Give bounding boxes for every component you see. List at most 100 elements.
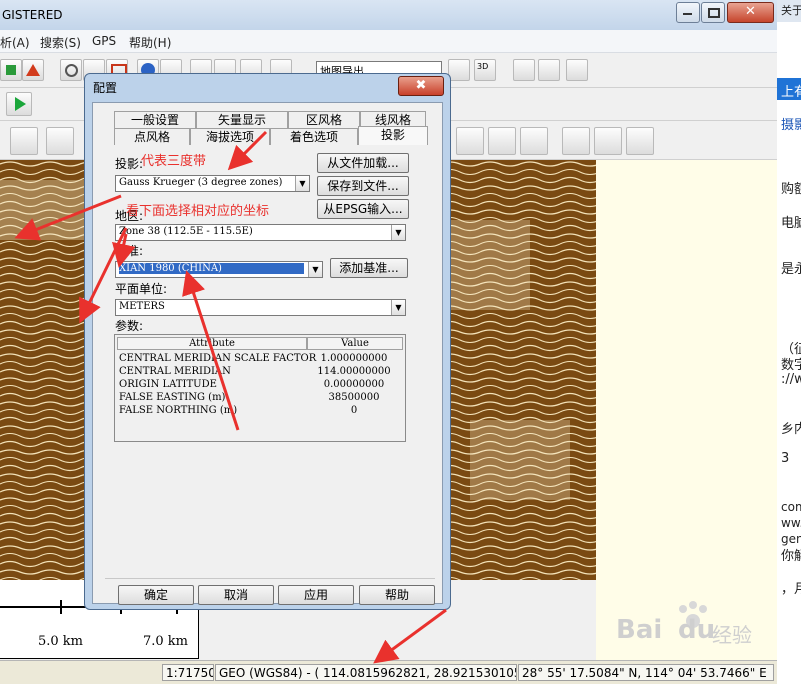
side-text-10: 乡内 <box>781 422 801 437</box>
import-icon[interactable] <box>0 59 22 81</box>
map-empty-area <box>596 160 777 660</box>
ok-button[interactable]: 确定 <box>118 585 194 605</box>
side-text-15: 你解 <box>781 549 801 564</box>
menu-search[interactable]: 搜索(S) <box>40 34 81 51</box>
zone-value: Zone 38 (112.5E - 115.5E) <box>119 226 253 237</box>
annotation-select-coords: 看下面选择相对应的坐标 <box>126 204 270 219</box>
side-text-2: 上有 <box>781 85 801 100</box>
status-scale: 1:71750 <box>162 664 214 681</box>
tab-projection[interactable]: 投影 <box>358 126 428 145</box>
scale-label-7km: 7.0 km <box>143 634 189 649</box>
shape-tool-1-icon[interactable] <box>456 127 484 155</box>
side-text-9: ://w <box>781 372 801 387</box>
grid-icon[interactable] <box>566 59 588 81</box>
shape-tool-3-icon[interactable] <box>520 127 548 155</box>
watermark-brand2: du <box>678 615 716 645</box>
terrain-icon[interactable] <box>448 59 470 81</box>
3d-view-icon[interactable]: 3D <box>474 59 496 81</box>
add-datum-button[interactable]: 添加基准... <box>330 258 408 278</box>
epsg-input-button[interactable]: 从EPSG输入... <box>317 199 409 219</box>
side-text-13: ww. <box>781 516 801 530</box>
menu-bar: 析(A) 搜索(S) GPS 帮助(H) <box>0 30 777 53</box>
play-icon[interactable] <box>6 92 32 116</box>
params-header-value: Value <box>307 337 403 350</box>
table-row-value: 0 <box>350 405 358 416</box>
side-text-12: com <box>781 500 801 514</box>
tab-elevation-options[interactable]: 海拔选项 <box>190 128 270 145</box>
table-row-value: 38500000 <box>328 392 380 403</box>
projection-combo[interactable]: Gauss Krueger (3 degree zones) ▼ <box>115 175 310 192</box>
table-row-value: 114.00000000 <box>317 366 391 377</box>
table-row-attr: CENTRAL MERIDIAN SCALE FACTOR <box>119 353 317 364</box>
menu-gps[interactable]: GPS <box>92 34 116 48</box>
tab-general[interactable]: 一般设置 <box>114 111 196 128</box>
home-icon[interactable] <box>22 59 44 81</box>
params-table[interactable]: Attribute Value CENTRAL MERIDIAN SCALE F… <box>114 334 406 442</box>
apply-button[interactable]: 应用 <box>278 585 354 605</box>
watermark-brand: Bai <box>616 615 663 645</box>
tab-area-style[interactable]: 区风格 <box>288 111 360 128</box>
minimize-button[interactable] <box>676 2 700 23</box>
side-text-4: 购额 <box>781 182 801 197</box>
side-text-16: ，月 <box>781 582 801 597</box>
chevron-down-icon: ▼ <box>391 300 405 315</box>
minimize-icon <box>683 13 692 15</box>
menu-help[interactable]: 帮助(H) <box>129 34 171 51</box>
save-to-file-button[interactable]: 保存到文件... <box>317 176 409 196</box>
config-dialog: 配置 ✖ 一般设置 矢量显示 区风格 线风格 点风格 海拔选项 着色选项 投影 … <box>84 73 451 610</box>
tab-vector-display[interactable]: 矢量显示 <box>196 111 288 128</box>
status-bar: 1:71750 GEO (WGS84) - ( 114.0815962821, … <box>0 660 777 684</box>
close-icon: ✖ <box>415 78 427 93</box>
scale-label-5km: 5.0 km <box>38 634 84 649</box>
tab-shading-options[interactable]: 着色选项 <box>270 128 358 145</box>
side-text-3: 摄影 <box>781 118 801 133</box>
table-row-attr: ORIGIN LATITUDE <box>119 379 217 390</box>
side-text-14: gen <box>781 532 801 546</box>
side-text-6: 是永 <box>781 262 801 277</box>
maximize-button[interactable] <box>701 2 725 23</box>
dialog-title: 配置 <box>93 81 118 95</box>
chevron-down-icon: ▼ <box>295 176 309 191</box>
node-edit-icon[interactable] <box>46 127 74 155</box>
units-combo[interactable]: METERS ▼ <box>115 299 406 316</box>
table-row-value: 1.000000000 <box>320 353 388 364</box>
redo-icon[interactable] <box>594 127 622 155</box>
table-row-attr: CENTRAL MERIDIAN <box>119 366 231 377</box>
params-header-attribute: Attribute <box>117 337 307 350</box>
status-dms: 28° 55' 17.5084" N, 114° 04' 53.7466" E <box>518 664 774 681</box>
help-button[interactable]: 帮助 <box>359 585 435 605</box>
app-close-button[interactable]: ✕ <box>727 2 774 23</box>
photo-icon[interactable] <box>538 59 560 81</box>
app-title: GISTERED <box>2 8 63 22</box>
side-text-11: 3 <box>781 451 790 466</box>
params-label: 参数: <box>115 319 144 333</box>
load-from-file-button[interactable]: 从文件加载... <box>317 153 409 173</box>
flag-icon[interactable] <box>513 59 535 81</box>
shape-tool-2-icon[interactable] <box>488 127 516 155</box>
cancel-button[interactable]: 取消 <box>198 585 274 605</box>
chevron-down-icon: ▼ <box>391 225 405 240</box>
units-value: METERS <box>119 301 165 312</box>
annotation-three-degree: 代表三度带 <box>141 154 207 169</box>
status-coords: GEO (WGS84) - ( 114.0815962821, 28.92153… <box>215 664 517 681</box>
grid-select-icon[interactable] <box>10 127 38 155</box>
maximize-icon <box>708 8 720 18</box>
baidu-watermark: Bai du 经验 <box>612 595 762 655</box>
menu-analysis[interactable]: 析(A) <box>0 34 30 51</box>
projection-label: 投影: <box>115 157 144 171</box>
undo-icon[interactable] <box>562 127 590 155</box>
datum-value: XIAN 1980 (CHINA) <box>119 263 304 274</box>
rotate-icon[interactable] <box>626 127 654 155</box>
side-text-1: 关于 <box>781 4 801 17</box>
zone-combo[interactable]: Zone 38 (112.5E - 115.5E) ▼ <box>115 224 406 241</box>
table-row-attr: FALSE NORTHING (m) <box>119 405 238 416</box>
background-page-fragment: 关于 上有 摄影 购额 电脑 是永 （征 数字 ://w 乡内 3 com ww… <box>777 0 801 684</box>
close-icon: ✕ <box>745 4 756 19</box>
dialog-close-button[interactable]: ✖ <box>398 76 444 96</box>
table-row-attr: FALSE EASTING (m) <box>119 392 226 403</box>
zoom-icon[interactable] <box>60 59 82 81</box>
datum-combo[interactable]: XIAN 1980 (CHINA) ▼ <box>115 261 323 278</box>
app-titlebar: GISTERED ✕ <box>0 0 777 30</box>
tab-point-style[interactable]: 点风格 <box>114 128 190 145</box>
side-text-8: 数字 <box>781 358 801 373</box>
